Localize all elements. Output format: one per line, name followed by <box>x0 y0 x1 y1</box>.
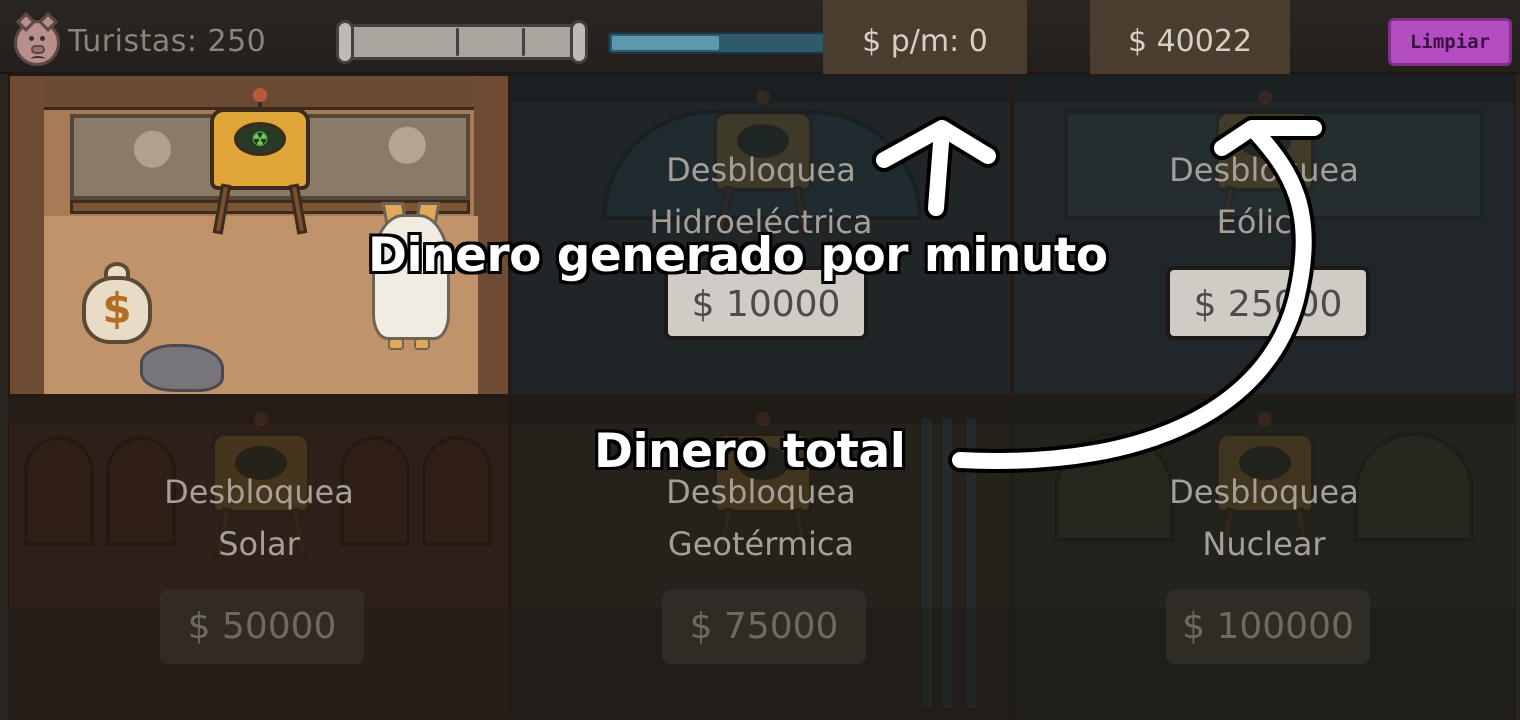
annotation-money-per-minute: Dinero generado por minuto <box>368 228 1108 283</box>
annotation-total-money: Dinero total <box>594 424 906 479</box>
arrow-to-total-money-icon <box>948 120 1316 473</box>
tutorial-arrows <box>872 116 1326 473</box>
